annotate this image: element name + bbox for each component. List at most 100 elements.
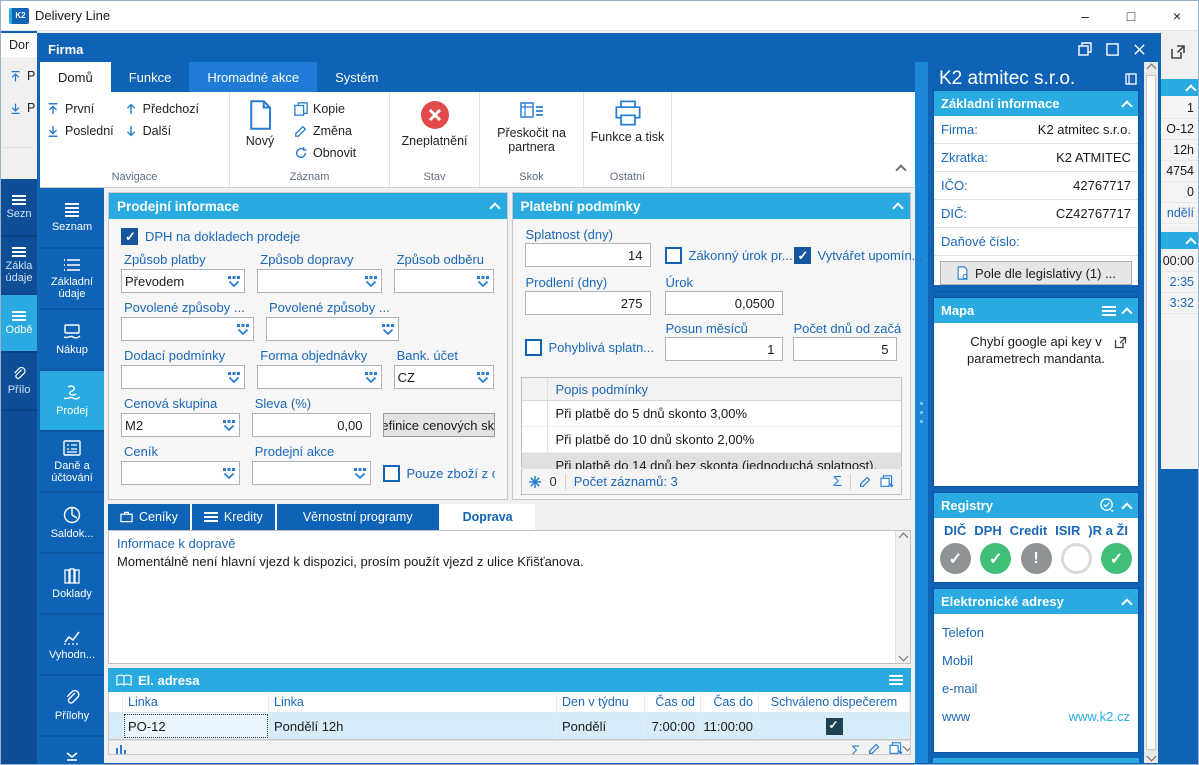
invalidate-button[interactable]: Zneplatnění bbox=[396, 96, 473, 148]
registry-status-or-zi[interactable] bbox=[1101, 543, 1132, 574]
panel-header[interactable]: Základní informace bbox=[934, 91, 1138, 116]
address-row-www[interactable]: www www.k2.cz bbox=[934, 702, 1138, 730]
doprava-scrollbar[interactable] bbox=[895, 531, 910, 663]
collapse-icon[interactable] bbox=[488, 202, 501, 214]
close-icon[interactable] bbox=[1133, 43, 1146, 56]
collapse-icon[interactable] bbox=[1121, 501, 1133, 514]
collapse-icon[interactable] bbox=[892, 202, 904, 214]
panel-header[interactable]: Registry bbox=[934, 493, 1138, 518]
scroll-up-icon[interactable] bbox=[898, 532, 908, 543]
background-nav-last[interactable]: P bbox=[1, 95, 37, 121]
urok-input[interactable]: 0,0500 bbox=[664, 291, 783, 315]
maximize-button[interactable]: □ bbox=[1108, 1, 1154, 30]
background-sidebar-item-prilohy[interactable]: Přílo bbox=[1, 353, 37, 411]
maximize-icon[interactable] bbox=[1106, 42, 1119, 56]
collapse-icon[interactable] bbox=[1121, 306, 1133, 319]
dodaci-podminky-select[interactable] bbox=[121, 365, 246, 389]
new-button[interactable]: Nový bbox=[236, 96, 284, 160]
tab-domu[interactable]: Domů bbox=[40, 62, 111, 92]
posun-mesicu-input[interactable]: 1 bbox=[664, 337, 783, 361]
tab-system[interactable]: Systém bbox=[317, 62, 396, 92]
sidebar-item-dane-uctovani[interactable]: Daně a účtování bbox=[40, 432, 104, 493]
cell-cas-do[interactable]: 11:00:00 bbox=[701, 713, 759, 739]
collapse-icon[interactable] bbox=[1121, 99, 1133, 112]
sidebar-item-vyhodnoceni[interactable]: Vyhodn... bbox=[40, 615, 104, 676]
panel-header[interactable]: Ostatní údaje bbox=[933, 758, 1139, 763]
sidebar-item-seznam[interactable]: Seznam bbox=[40, 188, 104, 249]
el-adresa-header-row[interactable]: Linka Linka Den v týdnu Čas od Čas do Sc… bbox=[109, 692, 910, 713]
registry-status-credit[interactable] bbox=[1020, 543, 1052, 574]
ribbon-collapse-button[interactable] bbox=[895, 161, 907, 179]
chart-mini-icon[interactable] bbox=[115, 742, 129, 755]
scrollbar-thumb[interactable] bbox=[1146, 75, 1156, 750]
cell-linka[interactable]: PO-12 bbox=[123, 713, 269, 739]
address-row-mobil[interactable]: Mobil bbox=[934, 646, 1138, 674]
nav-last-button[interactable]: Poslední bbox=[46, 124, 114, 138]
zpusob-odberu-select[interactable] bbox=[393, 269, 495, 293]
background-panel-header[interactable] bbox=[1161, 232, 1198, 249]
table-row[interactable]: Při platbě do 5 dnů skonto 3,00% bbox=[521, 401, 901, 427]
el-adresa-header[interactable]: El. adresa bbox=[108, 668, 911, 692]
edit-icon[interactable] bbox=[868, 742, 881, 755]
table-row[interactable]: Při platbě do 10 dnů skonto 2,00% bbox=[521, 427, 901, 453]
tab-hromadne-akce[interactable]: Hromadné akce bbox=[189, 62, 318, 92]
registry-status-isir[interactable] bbox=[1060, 543, 1092, 574]
tab-kredity[interactable]: Kredity bbox=[191, 504, 277, 530]
sum-icon[interactable]: Σ bbox=[851, 742, 860, 754]
sidebar-item-prodej[interactable]: Prodej bbox=[40, 371, 104, 432]
prodejni-akce-select[interactable] bbox=[251, 461, 371, 485]
scroll-down-icon[interactable] bbox=[898, 651, 908, 662]
close-button[interactable]: × bbox=[1154, 1, 1198, 30]
cenova-skupina-select[interactable]: M2 bbox=[121, 413, 240, 437]
panel-header[interactable]: Platební podmínky bbox=[512, 193, 910, 219]
minimize-button[interactable]: – bbox=[1062, 1, 1108, 30]
column-schvaleno[interactable]: Schváleno dispečerem bbox=[759, 692, 910, 712]
filter-asterisk-icon[interactable] bbox=[528, 475, 542, 489]
background-tab-domu[interactable]: Dor bbox=[1, 31, 37, 57]
table-header-row[interactable]: Popis podmínky bbox=[521, 378, 901, 401]
registry-status-dph[interactable] bbox=[980, 543, 1012, 574]
panel-header[interactable]: Elektronické adresy bbox=[934, 589, 1138, 614]
bank-ucet-select[interactable]: CZ bbox=[393, 365, 495, 389]
sidebar-item-zakladni-udaje[interactable]: Základní údaje bbox=[40, 249, 104, 310]
pole-dle-legislativy-button[interactable]: Pole dle legislativy (1) ... bbox=[940, 261, 1132, 285]
external-link-icon[interactable] bbox=[1169, 43, 1198, 61]
nav-first-button[interactable]: První bbox=[46, 102, 114, 116]
pouze-zbozi-checkbox[interactable] bbox=[382, 464, 400, 482]
cenik-select[interactable] bbox=[121, 461, 240, 485]
refresh-button[interactable]: Obnovit bbox=[294, 146, 356, 160]
cell-den[interactable]: Pondělí bbox=[557, 713, 645, 739]
right-sidebar-scrollbar[interactable] bbox=[1144, 62, 1158, 763]
zpusob-platby-select[interactable]: Převodem bbox=[121, 269, 246, 293]
forma-objednavky-select[interactable] bbox=[257, 365, 382, 389]
sidebar-more-button[interactable] bbox=[40, 749, 104, 763]
schvaleno-checkbox[interactable] bbox=[825, 717, 843, 735]
zakonny-urok-checkbox[interactable] bbox=[664, 247, 682, 264]
background-sidebar-item-zakladni[interactable]: Zákla údaje bbox=[1, 237, 37, 295]
menu-icon[interactable] bbox=[1102, 305, 1116, 316]
external-link-icon[interactable] bbox=[1113, 335, 1128, 350]
pohybliva-checkbox[interactable] bbox=[524, 339, 542, 356]
column-den-v-tydnu[interactable]: Den v týdnu bbox=[557, 692, 645, 712]
tab-doprava[interactable]: Doprava bbox=[440, 504, 535, 530]
tab-ceniky[interactable]: Ceníky bbox=[108, 504, 192, 530]
jump-to-partner-button[interactable]: Přeskočit na partnera bbox=[486, 96, 577, 154]
pocet-dnu-input[interactable]: 5 bbox=[792, 337, 897, 361]
copy-button[interactable]: Kopie bbox=[294, 102, 356, 116]
menu-icon[interactable] bbox=[889, 675, 903, 685]
check-circle-icon[interactable] bbox=[1099, 498, 1116, 513]
background-nav-first[interactable]: P bbox=[1, 63, 37, 89]
scroll-up-icon[interactable] bbox=[1146, 63, 1156, 74]
povolene-zpusoby-1-select[interactable] bbox=[121, 317, 254, 341]
definice-cenovych-skupin-button[interactable]: Definice cenových sk... bbox=[382, 413, 495, 437]
el-adresa-row-selected[interactable]: PO-12 Pondělí 12h Pondělí 7:00:00 11:00:… bbox=[109, 713, 910, 739]
sidebar-item-nakup[interactable]: Nákup bbox=[40, 310, 104, 371]
column-linka[interactable]: Linka bbox=[123, 692, 269, 712]
panel-header[interactable]: Mapa bbox=[934, 298, 1138, 323]
povolene-zpusoby-2-select[interactable] bbox=[266, 317, 399, 341]
scroll-down-icon[interactable] bbox=[1146, 751, 1156, 762]
change-button[interactable]: Změna bbox=[294, 124, 356, 138]
nav-previous-button[interactable]: Předchozí bbox=[124, 102, 199, 116]
edit-icon[interactable] bbox=[859, 475, 872, 488]
pin-icon[interactable] bbox=[1125, 73, 1137, 85]
